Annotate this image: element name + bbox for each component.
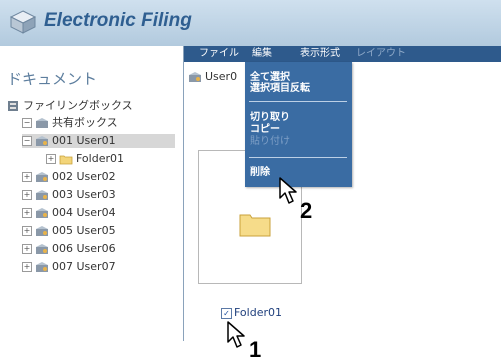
step-number-1: 1 [249, 337, 262, 362]
menu-edit[interactable]: 編集 [252, 47, 272, 61]
user-box-icon [36, 136, 48, 146]
tree-item-label: Folder01 [76, 152, 124, 165]
tree-item-user06[interactable]: + 006 User06 [22, 242, 116, 256]
pointer-cursor-icon [227, 321, 245, 348]
menu-file[interactable]: ファイル [199, 47, 239, 61]
tree-item-label: 004 User04 [52, 206, 116, 219]
menu-item-copy[interactable]: コピー [250, 124, 280, 135]
sidebar-header: ドキュメント [7, 70, 98, 88]
expand-icon[interactable]: + [22, 172, 32, 182]
step-number-2: 2 [300, 198, 313, 223]
folder-icon [239, 214, 271, 237]
tree-item-user04[interactable]: + 004 User04 [22, 206, 116, 220]
menu-bar: ファイル 編集 表示形式 レイアウト [183, 46, 501, 62]
menu-item-select-all[interactable]: 全て選択 [250, 72, 290, 83]
user-box-icon [36, 262, 48, 272]
folder-icon [59, 155, 73, 165]
tree-item-shared-box[interactable]: − 共有ボックス [22, 116, 118, 130]
user-box-icon [189, 72, 201, 82]
sidebar: ドキュメント ファイリングボックス − 共有ボックス − 001 User01 … [0, 46, 184, 341]
expand-icon[interactable]: + [22, 262, 32, 272]
tree-item-label: 共有ボックス [52, 116, 118, 129]
tree-item-label: 002 User02 [52, 170, 116, 183]
menu-item-cut[interactable]: 切り取り [250, 112, 290, 123]
tree-item-filing-box[interactable]: ファイリングボックス [6, 99, 133, 113]
expand-icon[interactable]: + [22, 190, 32, 200]
tree-item-user07[interactable]: + 007 User07 [22, 260, 116, 274]
app-logo-icon [9, 10, 37, 34]
menu-view-format[interactable]: 表示形式 [300, 47, 340, 61]
current-location: User0 [188, 70, 237, 83]
tree-item-label: 007 User07 [52, 260, 116, 273]
path-label: User0 [205, 70, 238, 83]
user-box-icon [36, 208, 48, 218]
tree-item-label: 001 User01 [52, 134, 116, 147]
user-box-icon [36, 244, 48, 254]
tree-item-user03[interactable]: + 003 User03 [22, 188, 116, 202]
app-title: Electronic Filing [44, 10, 192, 31]
folder-checkbox[interactable]: ✓ [221, 307, 232, 319]
user-box-icon [36, 226, 48, 236]
app-header: Electronic Filing [0, 0, 501, 46]
expand-icon[interactable]: + [22, 244, 32, 254]
edit-menu-dropdown: 全て選択 選択項目反転 切り取り コピー 貼り付け 削除 [245, 62, 352, 187]
tree-item-folder01[interactable]: + Folder01 [46, 152, 124, 166]
user-box-icon [36, 172, 48, 182]
expand-icon[interactable]: + [22, 226, 32, 236]
tree-item-label: 005 User05 [52, 224, 116, 237]
folder-select[interactable]: ✓ Folder01 [221, 306, 282, 319]
tree-item-label: ファイリングボックス [23, 99, 133, 112]
tree-item-user02[interactable]: + 002 User02 [22, 170, 116, 184]
menu-item-invert-selection[interactable]: 選択項目反転 [250, 83, 310, 94]
menu-separator [249, 157, 347, 158]
cabinet-icon [8, 101, 18, 111]
menu-item-paste: 貼り付け [250, 136, 290, 147]
expand-icon[interactable]: + [22, 208, 32, 218]
user-box-icon [36, 190, 48, 200]
folder-checkbox-label: Folder01 [234, 306, 282, 319]
box-icon [36, 118, 48, 128]
expand-icon[interactable]: + [46, 154, 56, 164]
collapse-icon[interactable]: − [22, 136, 32, 146]
menu-layout: レイアウト [356, 48, 406, 59]
menu-item-delete[interactable]: 削除 [250, 167, 270, 178]
tree-item-label: 003 User03 [52, 188, 116, 201]
tree-item-user01[interactable]: − 001 User01 [22, 134, 175, 148]
menu-separator [249, 101, 347, 102]
collapse-icon[interactable]: − [22, 118, 32, 128]
tree-item-user05[interactable]: + 005 User05 [22, 224, 116, 238]
pointer-cursor-icon [279, 177, 297, 204]
tree-item-label: 006 User06 [52, 242, 116, 255]
